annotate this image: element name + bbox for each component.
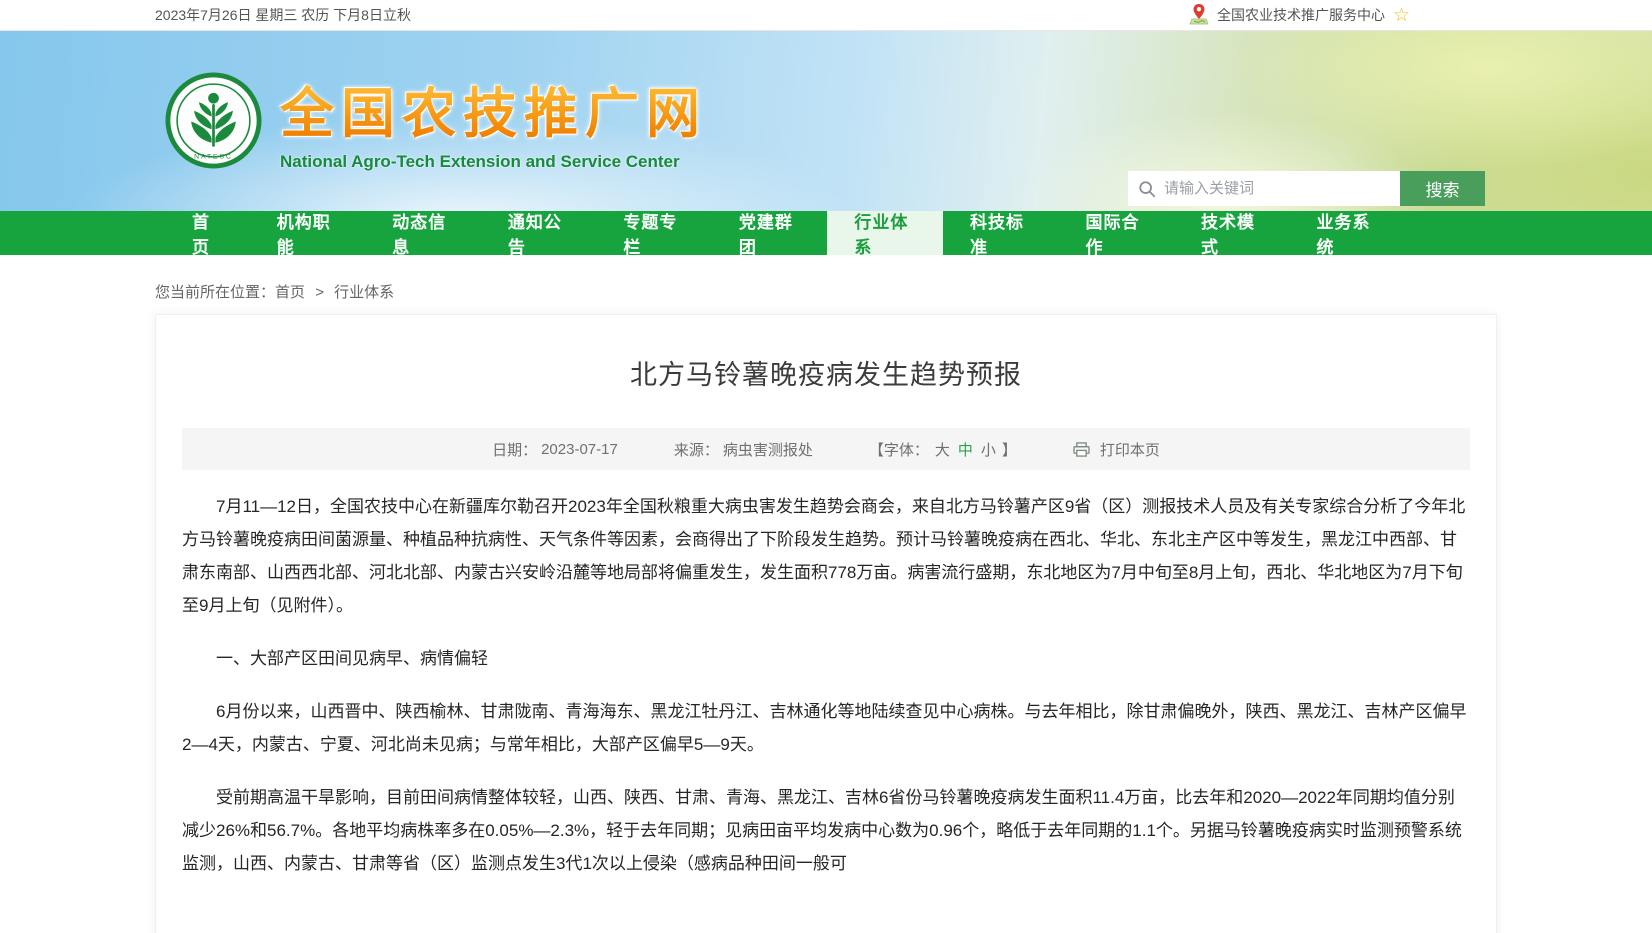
nav-items: 首页机构职能动态信息通知公告专题专栏党建群团行业体系科技标准国际合作技术模式业务… (0, 211, 1652, 255)
article-paragraph: 7月11—12日，全国农技中心在新疆库尔勒召开2023年全国秋粮重大病虫害发生趋… (182, 490, 1470, 622)
meta-source: 来源： 病虫害测报处 (674, 439, 813, 460)
search-box: 搜索 (1128, 171, 1485, 206)
article-card: 北方马铃薯晚疫病发生趋势预报 日期： 2023-07-17 来源： 病虫害测报处… (155, 314, 1497, 933)
site-title[interactable]: 全国农技推广网 (280, 69, 707, 148)
nav-item-tech-models[interactable]: 技术模式 (1174, 211, 1290, 255)
printer-icon (1073, 442, 1090, 457)
nav-item-notices[interactable]: 通知公告 (481, 211, 597, 255)
nav-item-industry-system[interactable]: 行业体系 (827, 211, 943, 255)
logo-group: NATESC 全国农技推广网 National Agro-Tech Extens… (165, 69, 707, 172)
meta-source-value: 病虫害测报处 (723, 439, 813, 460)
site-logo-emblem[interactable]: NATESC (165, 72, 262, 169)
page: 2023年7月26日 星期三 农历 下月8日立秋 全国农业技术推广服务中心 ☆ (0, 0, 1652, 933)
site-titles: 全国农技推广网 National Agro-Tech Extension and… (280, 69, 707, 172)
breadcrumb: 您当前所在位置：首页 > 行业体系 (0, 255, 1652, 314)
meta-date: 日期： 2023-07-17 (492, 439, 618, 460)
search-input-wrap (1128, 171, 1400, 206)
search-input[interactable] (1164, 180, 1390, 197)
topbar-right: 全国农业技术推广服务中心 ☆ (1189, 3, 1410, 28)
breadcrumb-prefix: 您当前所在位置： (155, 284, 275, 301)
main-nav: 首页机构职能动态信息通知公告专题专栏党建群团行业体系科技标准国际合作技术模式业务… (0, 211, 1652, 255)
article-meta-bar: 日期： 2023-07-17 来源： 病虫害测报处 【字体： 大 中 小 】 (182, 428, 1470, 470)
font-size-large-button[interactable]: 大 (935, 439, 950, 460)
meta-date-label: 日期： (492, 439, 537, 460)
article-body: 7月11—12日，全国农技中心在新疆库尔勒召开2023年全国秋粮重大病虫害发生趋… (182, 490, 1470, 880)
font-size-medium-button[interactable]: 中 (958, 439, 973, 460)
section-heading: 一、大部产区田间见病早、病情偏轻 (182, 642, 1470, 675)
search-icon (1138, 180, 1156, 198)
nav-item-special-topics[interactable]: 专题专栏 (596, 211, 712, 255)
font-size-suffix: 】 (1002, 439, 1017, 460)
article-paragraph: 受前期高温干旱影响，目前田间病情整体较轻，山西、陕西、甘肃、青海、黑龙江、吉林6… (182, 781, 1470, 880)
print-control: 打印本页 (1073, 439, 1160, 460)
search-button[interactable]: 搜索 (1400, 171, 1485, 206)
topbar: 2023年7月26日 星期三 农历 下月8日立秋 全国农业技术推广服务中心 ☆ (0, 0, 1652, 31)
breadcrumb-separator: > (315, 284, 324, 301)
meta-source-label: 来源： (674, 439, 719, 460)
nav-item-party-building[interactable]: 党建群团 (712, 211, 828, 255)
favorite-star-icon[interactable]: ☆ (1393, 6, 1410, 25)
font-size-prefix: 【字体： (869, 439, 929, 460)
nav-item-business-systems[interactable]: 业务系统 (1290, 211, 1406, 255)
nav-item-tech-standards[interactable]: 科技标准 (943, 211, 1059, 255)
article-title: 北方马铃薯晚疫病发生趋势预报 (182, 353, 1470, 392)
meta-date-value: 2023-07-17 (541, 441, 618, 458)
nav-item-home[interactable]: 首页 (165, 211, 250, 255)
breadcrumb-current-link[interactable]: 行业体系 (334, 284, 394, 301)
svg-text:NATESC: NATESC (194, 153, 233, 160)
font-size-controls: 【字体： 大 中 小 】 (869, 439, 1017, 460)
breadcrumb-home-link[interactable]: 首页 (275, 284, 305, 301)
nav-item-intl-cooperation[interactable]: 国际合作 (1058, 211, 1174, 255)
nav-item-org-functions[interactable]: 机构职能 (250, 211, 366, 255)
date-text: 2023年7月26日 星期三 农历 下月8日立秋 (155, 5, 411, 25)
article-paragraph: 6月份以来，山西晋中、陕西榆林、甘肃陇南、青海海东、黑龙江牡丹江、吉林通化等地陆… (182, 695, 1470, 761)
map-pin-icon (1189, 3, 1209, 28)
site-subtitle: National Agro-Tech Extension and Service… (280, 152, 707, 172)
nav-item-dynamic-info[interactable]: 动态信息 (365, 211, 481, 255)
font-size-small-button[interactable]: 小 (981, 439, 996, 460)
org-name-link[interactable]: 全国农业技术推广服务中心 (1217, 5, 1385, 25)
print-page-link[interactable]: 打印本页 (1100, 439, 1160, 460)
header-banner: NATESC 全国农技推广网 National Agro-Tech Extens… (0, 31, 1652, 211)
